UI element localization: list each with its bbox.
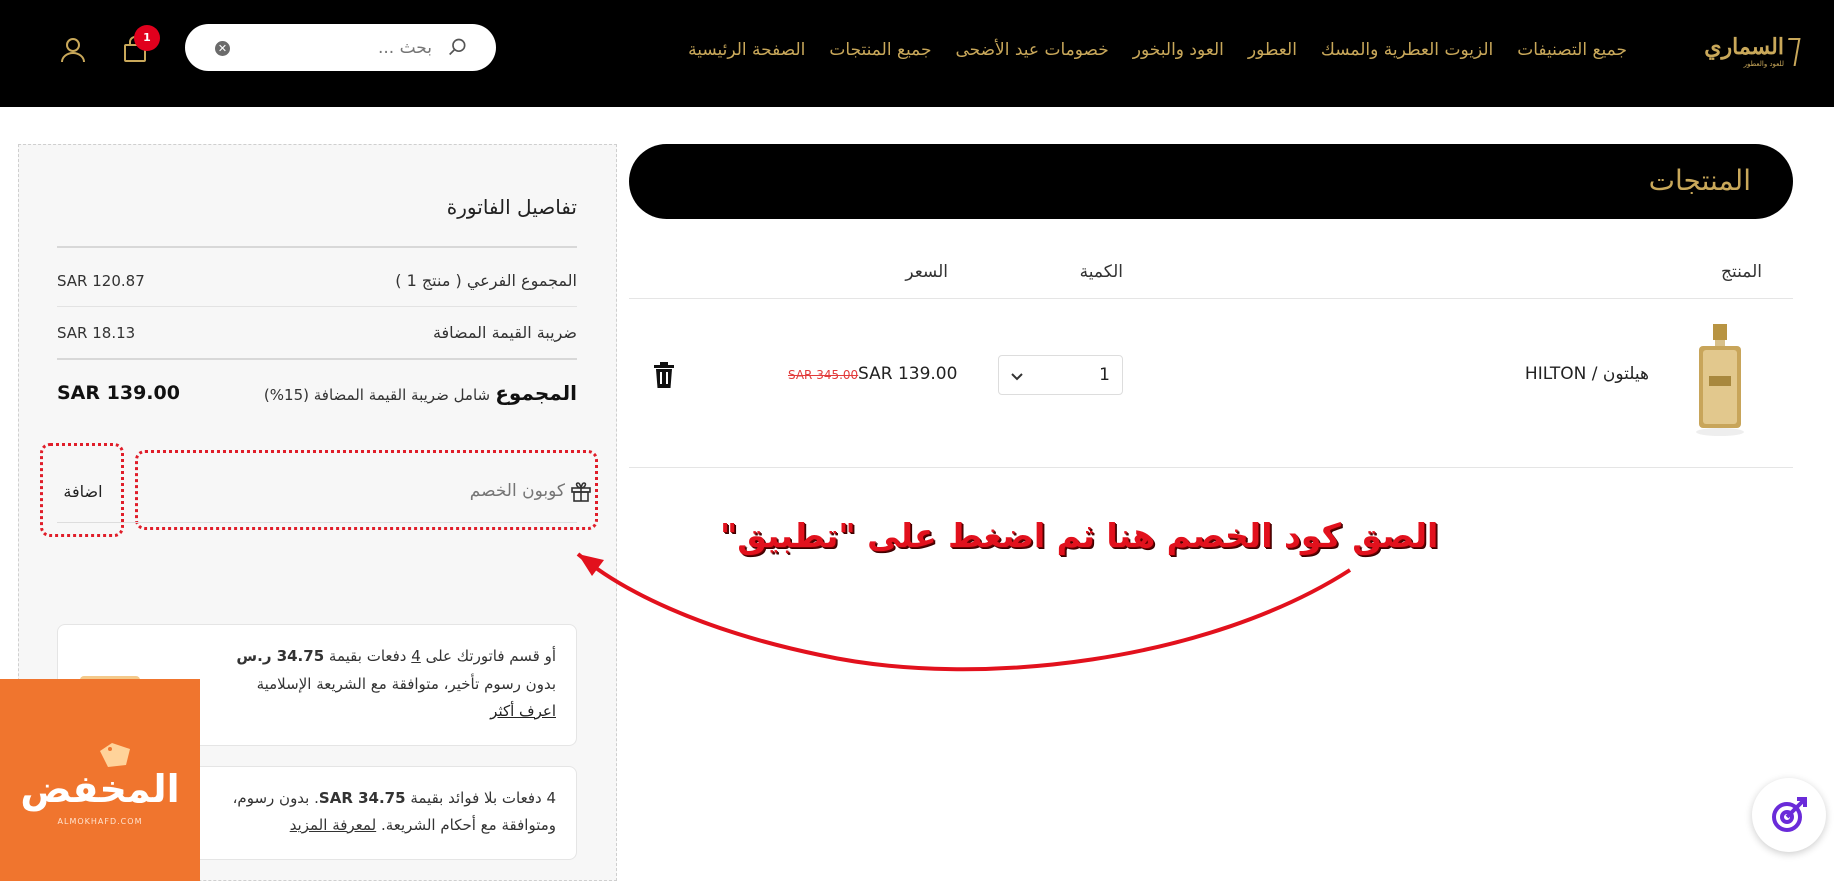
tabby-learn-more-link[interactable]: اعرف أكثر bbox=[490, 702, 556, 720]
tabby-count: 4 bbox=[411, 647, 421, 665]
target-icon bbox=[1772, 797, 1807, 832]
tamara-line-1: 4 دفعات بلا فوائد بقيمة SAR 34.75. بدون … bbox=[233, 789, 556, 807]
column-price: السعر bbox=[905, 262, 948, 282]
search-bar: ✕ bbox=[185, 24, 496, 71]
annotation-text: الصق كود الخصم هنا ثم اضغط على "تطبيق" bbox=[720, 516, 1439, 555]
cart-count-badge[interactable]: 1 bbox=[134, 25, 160, 51]
brand-watermark: المخفض ALMOKHAFD.COM bbox=[0, 679, 200, 881]
tabby-line-2: بدون رسوم تأخير، متوافقة مع الشريعة الإس… bbox=[256, 675, 556, 693]
tamara-amount: SAR 34.75 bbox=[318, 789, 406, 807]
invoice-title: تفاصيل الفاتورة bbox=[446, 195, 577, 219]
site-header: السماري للعود والعطور الصفحة الرئيسية جم… bbox=[0, 0, 1834, 107]
vat-value: SAR 18.13 bbox=[57, 324, 136, 342]
nav-oud-incense[interactable]: العود والبخور bbox=[1133, 40, 1224, 60]
products-title: المنتجات bbox=[1648, 164, 1751, 197]
gift-icon bbox=[571, 482, 591, 502]
total-value: SAR 139.00 bbox=[57, 382, 180, 404]
old-price: SAR 345.00 bbox=[788, 368, 859, 382]
coupon-input[interactable] bbox=[153, 470, 573, 512]
subtotal-label: المجموع الفرعي ( منتج 1 ) bbox=[395, 271, 577, 290]
quantity-value: 1 bbox=[1099, 365, 1110, 385]
chevron-down-icon bbox=[1011, 373, 1023, 381]
invoice-divider bbox=[57, 246, 577, 248]
nav-oils-musk[interactable]: الزيوت العطرية والمسك bbox=[1321, 40, 1493, 60]
tabby-amount: 34.75 ر.س bbox=[236, 647, 325, 665]
tabby-text-a: أو قسم فاتورتك على bbox=[425, 647, 556, 665]
search-icon[interactable] bbox=[448, 37, 468, 57]
logo-main-text: السماري bbox=[1704, 34, 1784, 60]
nav-all-products[interactable]: جميع المنتجات bbox=[829, 40, 931, 60]
brand-url: ALMOKHAFD.COM bbox=[57, 817, 143, 826]
user-icon[interactable] bbox=[59, 36, 87, 64]
subtotal-value: SAR 120.87 bbox=[57, 272, 145, 290]
tamara-text-a: 4 دفعات بلا فوائد بقيمة bbox=[410, 789, 556, 807]
store-logo[interactable]: السماري للعود والعطور bbox=[1684, 34, 1801, 70]
tamara-text-c: ومتوافقة مع أحكام الشريعة. bbox=[380, 816, 556, 834]
quantity-select[interactable]: 1 bbox=[998, 355, 1123, 395]
tamara-line-2: ومتوافقة مع أحكام الشريعة. لمعرفة المزيد bbox=[290, 816, 556, 834]
logo-mark-icon bbox=[1783, 38, 1801, 66]
invoice-divider bbox=[57, 306, 577, 307]
table-row-divider bbox=[629, 467, 1793, 468]
vat-label: ضريبة القيمة المضافة bbox=[432, 323, 577, 342]
products-header: المنتجات bbox=[629, 144, 1793, 219]
logo-sub-text: للعود والعطور bbox=[1743, 60, 1784, 68]
nav-all-categories[interactable]: جميع التصنيفات bbox=[1517, 40, 1627, 60]
coupon-underline bbox=[57, 522, 577, 523]
nav-perfumes[interactable]: العطور bbox=[1248, 40, 1297, 60]
total-title: المجموع bbox=[495, 381, 577, 405]
product-name[interactable]: هيلتون / HILTON bbox=[1525, 364, 1649, 384]
tabby-text-b: دفعات بقيمة bbox=[328, 647, 407, 665]
tamara-text-b: . بدون رسوم، bbox=[232, 789, 319, 807]
column-product: المنتج bbox=[1721, 262, 1762, 282]
tamara-learn-more-link[interactable]: لمعرفة المزيد bbox=[290, 816, 376, 834]
nav-eid-discounts[interactable]: خصومات عيد الأضحى bbox=[955, 40, 1108, 60]
floating-target-button[interactable] bbox=[1752, 778, 1826, 852]
clear-search-icon[interactable]: ✕ bbox=[215, 41, 230, 56]
total-label: المجموع شامل ضريبة القيمة المضافة (15%) bbox=[264, 381, 577, 405]
product-image[interactable] bbox=[1693, 320, 1747, 438]
total-note: شامل ضريبة القيمة المضافة (15%) bbox=[263, 386, 491, 404]
main-nav: الصفحة الرئيسية جميع المنتجات خصومات عيد… bbox=[688, 40, 1627, 60]
apply-coupon-button[interactable]: اضافة bbox=[57, 480, 109, 502]
search-input[interactable] bbox=[282, 36, 432, 60]
price-tag-icon bbox=[100, 743, 130, 767]
current-price: SAR 139.00 bbox=[858, 364, 958, 384]
nav-home[interactable]: الصفحة الرئيسية bbox=[688, 40, 805, 60]
tabby-line-1: أو قسم فاتورتك على 4 دفعات بقيمة 34.75 ر… bbox=[236, 647, 556, 665]
table-header-divider bbox=[629, 298, 1793, 299]
annotation-arrow bbox=[576, 552, 1352, 672]
column-quantity: الكمية bbox=[1079, 262, 1123, 282]
brand-name: المخفض bbox=[20, 767, 180, 811]
trash-icon[interactable] bbox=[652, 361, 676, 389]
invoice-divider bbox=[57, 358, 577, 360]
